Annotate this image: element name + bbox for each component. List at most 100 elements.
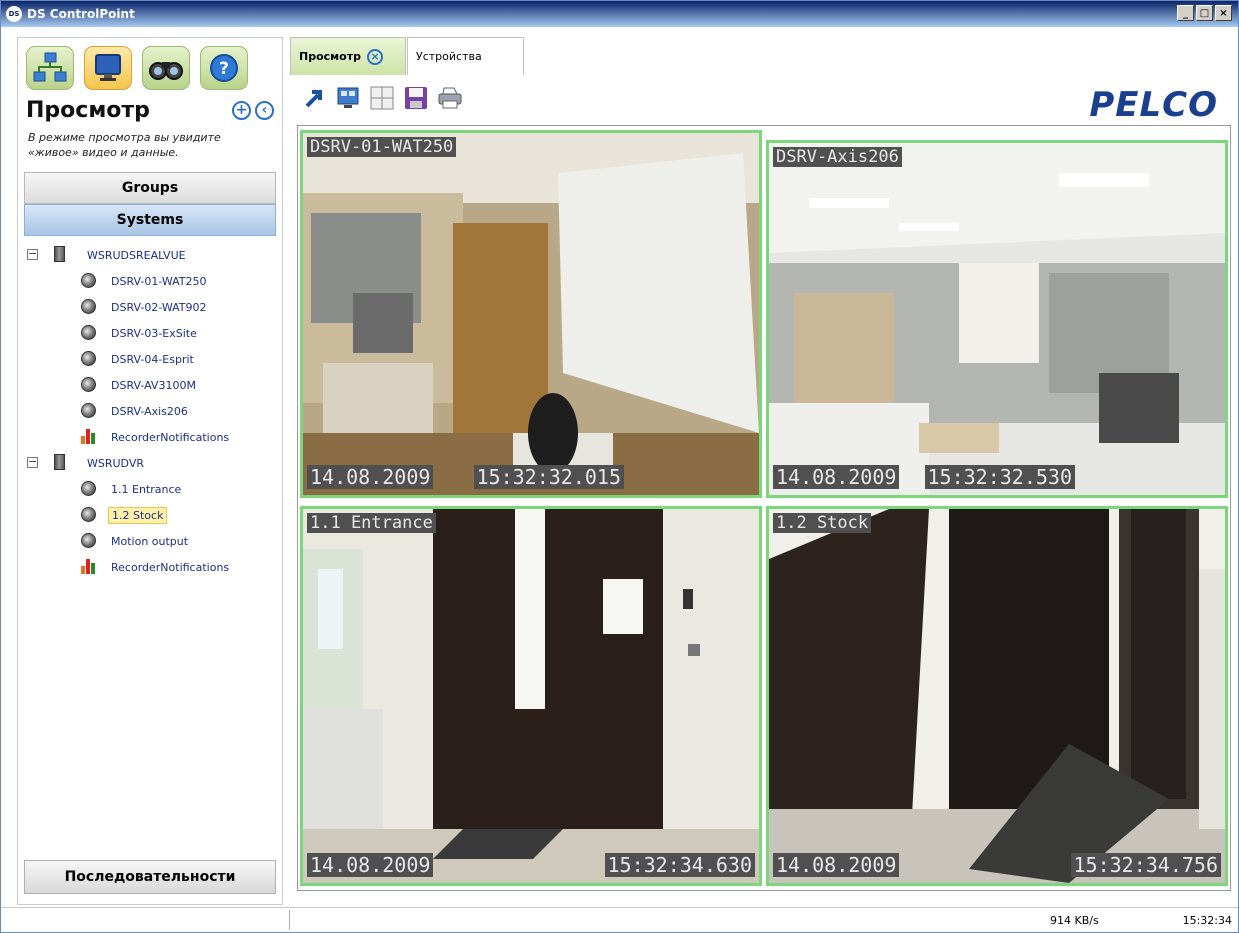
help-button[interactable]: ?: [200, 46, 248, 90]
camera-name-overlay: DSRV-Axis206: [773, 147, 902, 167]
window-title: DS ControlPoint: [27, 7, 135, 21]
tree-item-camera[interactable]: 1.1 Entrance: [18, 476, 282, 502]
tab-view[interactable]: Просмотр ×: [290, 37, 406, 75]
time-overlay: 15:32:34.630: [604, 853, 755, 877]
time-overlay: 15:32:32.015: [473, 465, 624, 489]
camera-feed: [769, 143, 1225, 495]
time-overlay: 15:32:34.756: [1070, 853, 1221, 877]
tree-item-camera[interactable]: Motion output: [18, 528, 282, 554]
tree-item-server[interactable]: − WSRUDVR: [18, 450, 282, 476]
server-icon: [54, 454, 65, 470]
save-button[interactable]: [403, 85, 429, 111]
video-tile[interactable]: 1.1 Entrance 14.08.2009 15:32:34.630: [300, 506, 762, 886]
sidebar-description: В режиме просмотра вы увидите «живое» ви…: [28, 131, 221, 159]
arrow-up-right-icon: [305, 90, 322, 108]
grid-button[interactable]: [369, 85, 395, 111]
camera-icon: [81, 507, 96, 522]
sidebar: ? Просмотр + ‹ В режиме просмотра вы уви…: [17, 37, 283, 905]
collapse-icon[interactable]: −: [27, 456, 38, 468]
tree-item-label: DSRV-03-ExSite: [111, 326, 197, 340]
video-tile[interactable]: 1.2 Stock 14.08.2009 15:32:34.756: [766, 506, 1228, 886]
date-overlay: 14.08.2009: [773, 853, 900, 877]
bar-chart-icon: [81, 559, 96, 574]
tree-item-label: WSRUDVR: [87, 456, 144, 470]
network-button[interactable]: [26, 46, 74, 90]
tree-item-label: 1.1 Entrance: [111, 482, 182, 496]
sequences-button[interactable]: Последовательности: [24, 860, 276, 894]
camera-feed: [303, 509, 759, 883]
camera-icon: [81, 273, 96, 288]
systems-tree: − WSRUDSREALVUE DSRV-01-WAT250 DSRV-02-W…: [18, 236, 282, 580]
tree-item-label: DSRV-04-Esprit: [111, 352, 194, 366]
camera-name-overlay: 1.2 Stock: [773, 513, 872, 533]
tree-item-label: DSRV-AV3100M: [111, 378, 196, 392]
tree-item-camera[interactable]: DSRV-Axis206: [18, 398, 282, 424]
help-icon: ?: [210, 54, 238, 82]
collapse-button[interactable]: ‹: [255, 100, 274, 120]
server-icon: [54, 246, 65, 262]
minimize-button[interactable]: _: [1177, 5, 1194, 21]
monitor-button[interactable]: [84, 46, 132, 90]
tree-item-label: RecorderNotifications: [111, 560, 230, 574]
camera-icon: [81, 299, 96, 314]
status-divider: [289, 910, 290, 930]
date-overlay: 14.08.2009: [307, 853, 434, 877]
tree-item-server[interactable]: − WSRUDSREALVUE: [18, 242, 282, 268]
date-overlay: 14.08.2009: [773, 465, 900, 489]
camera-icon: [81, 533, 96, 548]
tree-item-label: DSRV-Axis206: [111, 404, 188, 418]
tree-item-label: Motion output: [111, 534, 189, 548]
groups-button[interactable]: Groups: [24, 172, 276, 204]
monitor-icon: [95, 54, 121, 81]
print-button[interactable]: [437, 85, 463, 111]
bar-chart-icon: [81, 429, 96, 444]
network-icon: [33, 52, 67, 82]
search-button[interactable]: [142, 46, 190, 90]
date-overlay: 14.08.2009: [307, 465, 434, 489]
tree-item-label: DSRV-02-WAT902: [111, 300, 207, 314]
layout-icon: [337, 87, 359, 108]
camera-icon: [81, 403, 96, 418]
title-bar: DS DS ControlPoint _ □ ×: [1, 1, 1238, 27]
maximize-button[interactable]: □: [1196, 5, 1213, 21]
tab-devices[interactable]: Устройства: [407, 37, 524, 75]
status-clock: 15:32:34: [1182, 914, 1232, 927]
layout-button[interactable]: [335, 85, 361, 111]
tree-item-camera[interactable]: DSRV-02-WAT902: [18, 294, 282, 320]
grid-icon: [370, 86, 394, 110]
systems-button[interactable]: Systems: [24, 204, 276, 236]
popout-button[interactable]: [301, 85, 327, 111]
tree-item-camera-selected[interactable]: 1.2 Stock: [18, 502, 282, 528]
sidebar-title: Просмотр: [26, 97, 150, 123]
status-bar: 914 KB/s 15:32:34: [1, 907, 1238, 932]
bandwidth-indicator: 914 KB/s: [1050, 914, 1099, 927]
tree-item-label: RecorderNotifications: [111, 430, 230, 444]
tree-item-camera[interactable]: DSRV-04-Esprit: [18, 346, 282, 372]
tree-item-recorder[interactable]: RecorderNotifications: [18, 424, 282, 450]
close-button[interactable]: ×: [1215, 5, 1232, 21]
tree-item-camera[interactable]: DSRV-03-ExSite: [18, 320, 282, 346]
tab-label: Устройства: [416, 50, 482, 63]
tree-item-label: WSRUDSREALVUE: [87, 248, 186, 262]
camera-icon: [81, 377, 96, 392]
collapse-icon[interactable]: −: [27, 248, 38, 260]
svg-text:?: ?: [219, 59, 229, 79]
close-tab-icon[interactable]: ×: [366, 48, 383, 65]
tree-item-camera[interactable]: DSRV-AV3100M: [18, 372, 282, 398]
camera-name-overlay: DSRV-01-WAT250: [307, 137, 457, 157]
tab-bar: Просмотр × Устройства: [290, 37, 1238, 77]
video-tile[interactable]: DSRV-Axis206 14.08.2009 15:32:32.530: [766, 140, 1228, 498]
camera-icon: [81, 325, 96, 340]
tree-item-recorder[interactable]: RecorderNotifications: [18, 554, 282, 580]
video-tile[interactable]: DSRV-01-WAT250 14.08.2009 15:32:32.015: [300, 130, 762, 498]
camera-name-overlay: 1.1 Entrance: [307, 513, 436, 533]
tab-label: Просмотр: [299, 50, 361, 63]
tree-item-label: DSRV-01-WAT250: [111, 274, 207, 288]
tree-item-camera[interactable]: DSRV-01-WAT250: [18, 268, 282, 294]
camera-feed: [303, 133, 759, 495]
add-view-button[interactable]: +: [232, 100, 251, 120]
pelco-logo: PELCO: [1089, 85, 1218, 125]
camera-icon: [81, 481, 96, 496]
view-toolbar: [301, 85, 463, 111]
app-icon: DS: [6, 6, 22, 22]
